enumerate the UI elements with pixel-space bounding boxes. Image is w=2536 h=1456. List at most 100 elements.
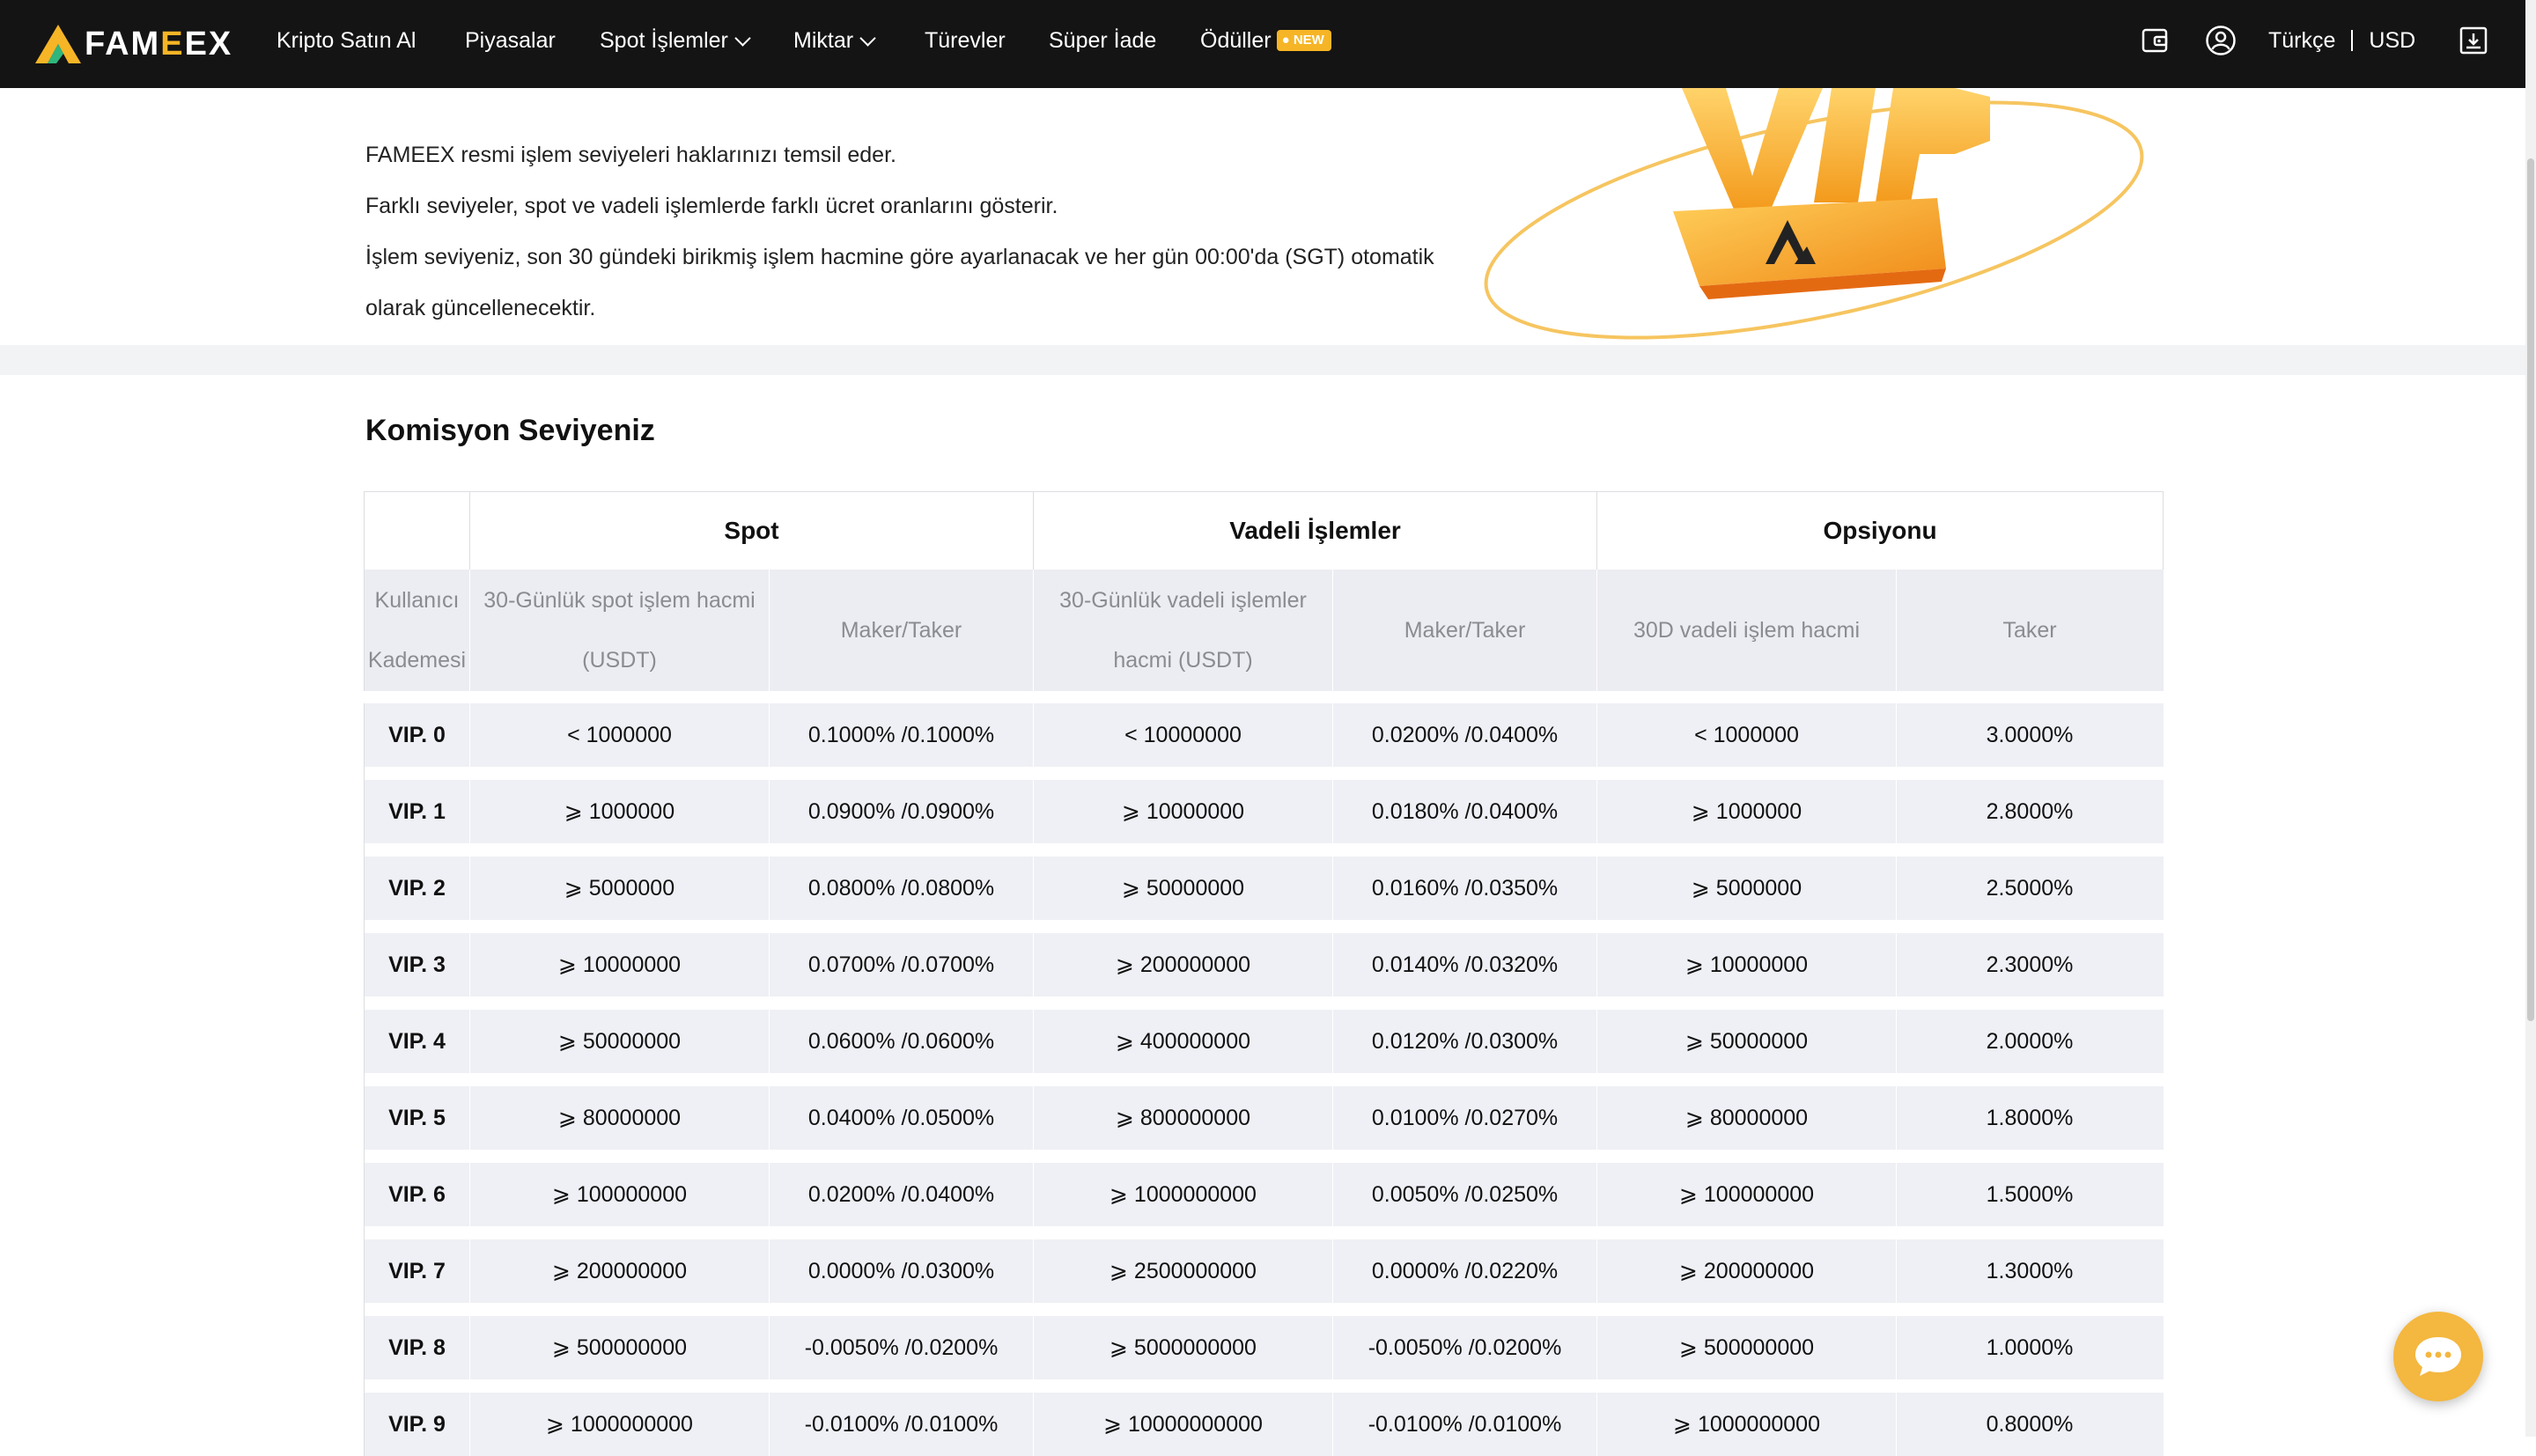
spot-fee-cell: -0.0100% /0.0100% (769, 1393, 1033, 1456)
futures-fee-cell: 0.0100% /0.0270% (1332, 1086, 1597, 1150)
nav-label: Miktar (793, 28, 854, 53)
options-volume-cell: ⩾ 80000000 (1596, 1086, 1897, 1150)
options-fee-cell: 2.8000% (1896, 780, 2164, 843)
futures-fee-cell: -0.0050% /0.0200% (1332, 1316, 1597, 1379)
account-button[interactable] (2205, 23, 2237, 58)
spot-fee-cell: 0.0900% /0.0900% (769, 780, 1033, 843)
col-header-spot-volume: 30-Günlük spot işlem hacmi (USDT) (469, 570, 769, 691)
options-fee-cell: 1.0000% (1896, 1316, 2164, 1379)
nav-rewards[interactable]: Ödüller ● NEW (1200, 26, 1331, 55)
options-fee-cell: 2.0000% (1896, 1010, 2164, 1073)
nav-derivatives[interactable]: Türevler (925, 26, 1006, 55)
intro-line-4: olarak güncellenecektir. (365, 296, 596, 320)
nav-label: Türevler (925, 28, 1006, 53)
options-volume-cell: ⩾ 100000000 (1596, 1163, 1897, 1226)
nav-label: Kripto Satın Al (276, 28, 417, 53)
wallet-button[interactable] (2140, 23, 2170, 58)
tier-cell: VIP. 6 (364, 1163, 469, 1226)
futures-fee-cell: 0.0140% /0.0320% (1332, 933, 1597, 996)
col-header-futures-volume: 30-Günlük vadeli işlemler hacmi (USDT) (1033, 570, 1332, 691)
download-icon (2459, 26, 2488, 55)
options-volume-cell: < 1000000 (1596, 703, 1897, 767)
nav-amount[interactable]: Miktar (793, 26, 876, 55)
spot-fee-cell: -0.0050% /0.0200% (769, 1316, 1033, 1379)
table-row: VIP. 8 ⩾ 500000000 -0.0050% /0.0200% ⩾ 5000… (364, 1316, 2164, 1379)
table-row: VIP. 7 ⩾ 200000000 0.0000% /0.0300% ⩾ 25000… (364, 1239, 2164, 1303)
futures-volume-cell: ⩾ 5000000000 (1033, 1316, 1332, 1379)
tier-cell: VIP. 4 (364, 1010, 469, 1073)
futures-fee-cell: -0.0100% /0.0100% (1332, 1393, 1597, 1456)
tier-cell: VIP. 1 (364, 780, 469, 843)
group-header-blank (364, 491, 469, 570)
nav-label: Piyasalar (465, 28, 556, 53)
row-spacer (364, 920, 2164, 933)
nav-markets[interactable]: Piyasalar (465, 26, 556, 55)
spot-volume-cell: ⩾ 100000000 (469, 1163, 769, 1226)
intro-line-1: FAMEEX resmi işlem seviyeleri haklarınız… (365, 143, 896, 167)
table-row: VIP. 2 ⩾ 5000000 0.0800% /0.0800% ⩾ 5000000… (364, 857, 2164, 920)
row-spacer (364, 767, 2164, 780)
options-volume-cell: ⩾ 200000000 (1596, 1239, 1897, 1303)
logo-wordmark: FAMEEX (85, 25, 233, 63)
tier-cell: VIP. 2 (364, 857, 469, 920)
nav-super-rebate[interactable]: Süper İade (1049, 26, 1156, 55)
tier-cell: VIP. 7 (364, 1239, 469, 1303)
futures-fee-cell: 0.0120% /0.0300% (1332, 1010, 1597, 1073)
currency-label: USD (2369, 27, 2416, 53)
wallet-icon (2142, 28, 2168, 53)
table-row: VIP. 1 ⩾ 1000000 0.0900% /0.0900% ⩾ 1000000… (364, 780, 2164, 843)
support-chat-button[interactable] (2393, 1312, 2483, 1401)
fee-table-body: VIP. 0 < 1000000 0.1000% /0.1000% < 1000000… (364, 703, 2164, 1456)
col-header-spot-fee: Maker/Taker (769, 570, 1033, 691)
futures-volume-cell: ⩾ 200000000 (1033, 933, 1332, 996)
language-label: Türkçe (2268, 27, 2336, 53)
row-spacer (364, 1226, 2164, 1239)
options-fee-cell: 1.3000% (1896, 1239, 2164, 1303)
chevron-down-icon (734, 29, 751, 47)
futures-fee-cell: 0.0180% /0.0400% (1332, 780, 1597, 843)
table-row: VIP. 5 ⩾ 80000000 0.0400% /0.0500% ⩾ 800000… (364, 1086, 2164, 1150)
spot-fee-cell: 0.0800% /0.0800% (769, 857, 1033, 920)
col-header-tier: Kullanıcı Kademesi (364, 570, 469, 691)
scrollbar-thumb[interactable] (2527, 158, 2534, 1021)
spot-volume-cell: ⩾ 50000000 (469, 1010, 769, 1073)
nav-label: Spot İşlemler (600, 28, 728, 53)
futures-fee-cell: 0.0000% /0.0220% (1332, 1239, 1597, 1303)
futures-volume-cell: ⩾ 50000000 (1033, 857, 1332, 920)
futures-fee-cell: 0.0160% /0.0350% (1332, 857, 1597, 920)
page-scrollbar[interactable] (2525, 0, 2536, 1437)
row-spacer (364, 843, 2164, 857)
chat-bubble-icon (2415, 1337, 2461, 1376)
new-badge: ● NEW (1276, 30, 1331, 51)
intro-line-2: Farklı seviyeler, spot ve vadeli işlemle… (365, 194, 1058, 218)
options-fee-cell: 3.0000% (1896, 703, 2164, 767)
vip-illustration (1484, 88, 2144, 340)
table-row: VIP. 9 ⩾ 1000000000 -0.0100% /0.0100% ⩾ 100… (364, 1393, 2164, 1456)
section-divider (0, 345, 2525, 375)
spot-volume-cell: ⩾ 80000000 (469, 1086, 769, 1150)
options-fee-cell: 0.8000% (1896, 1393, 2164, 1456)
col-header-futures-fee: Maker/Taker (1332, 570, 1597, 691)
spot-volume-cell: < 1000000 (469, 703, 769, 767)
options-fee-cell: 2.5000% (1896, 857, 2164, 920)
fee-table: Spot Vadeli İşlemler Opsiyonu Kullanıcı K… (364, 491, 2164, 1456)
nav-spot-trading[interactable]: Spot İşlemler (600, 26, 751, 55)
group-header-row: Spot Vadeli İşlemler Opsiyonu (364, 491, 2164, 570)
spot-volume-cell: ⩾ 200000000 (469, 1239, 769, 1303)
fameex-logo[interactable]: FAMEEX (35, 21, 232, 67)
nav-buy-crypto[interactable]: Kripto Satın Al (276, 26, 416, 55)
table-row: VIP. 3 ⩾ 10000000 0.0700% /0.0700% ⩾ 200000… (364, 933, 2164, 996)
spot-volume-cell: ⩾ 10000000 (469, 933, 769, 996)
language-currency-selector[interactable]: Türkçe USD (2268, 23, 2415, 58)
user-icon (2206, 26, 2236, 55)
spot-fee-cell: 0.1000% /0.1000% (769, 703, 1033, 767)
download-button[interactable] (2459, 23, 2488, 58)
options-volume-cell: ⩾ 10000000 (1596, 933, 1897, 996)
row-spacer (364, 1073, 2164, 1086)
tier-cell: VIP. 9 (364, 1393, 469, 1456)
row-spacer (364, 996, 2164, 1010)
spot-volume-cell: ⩾ 5000000 (469, 857, 769, 920)
options-fee-cell: 1.5000% (1896, 1163, 2164, 1226)
options-volume-cell: ⩾ 1000000000 (1596, 1393, 1897, 1456)
spot-volume-cell: ⩾ 1000000000 (469, 1393, 769, 1456)
